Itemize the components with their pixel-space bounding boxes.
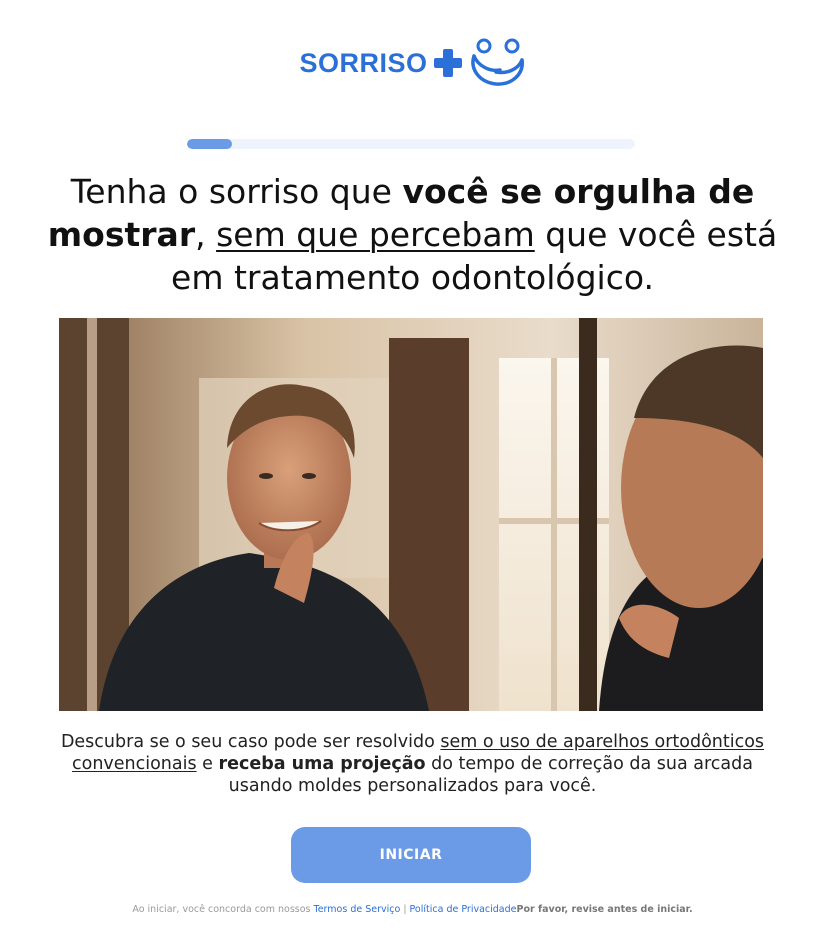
hero-image — [59, 318, 763, 711]
progress-bar — [187, 139, 635, 149]
progress-fill — [187, 139, 232, 149]
footer-separator: | — [400, 904, 410, 915]
headline-text: Tenha o sorriso que — [70, 172, 403, 211]
plus-icon — [432, 47, 464, 79]
privacy-link[interactable]: Política de Privacidade — [410, 904, 517, 915]
headline-underlined: sem que percebam — [216, 215, 535, 254]
description-part: e — [196, 754, 219, 774]
footer-prefix: Ao iniciar, você concorda com nossos — [132, 904, 314, 915]
footer-disclaimer: Ao iniciar, você concorda com nossos Ter… — [0, 904, 825, 915]
terms-link[interactable]: Termos de Serviço — [314, 904, 401, 915]
headline-text: , — [195, 215, 217, 254]
description-part: Descubra se o seu caso pode ser resolvid… — [60, 732, 441, 752]
footer-notice: Por favor, revise antes de iniciar. — [516, 904, 693, 915]
brand-logo: SORRISO — [0, 38, 825, 88]
description-bold: receba uma projeção — [218, 754, 426, 774]
start-button[interactable]: INICIAR — [291, 827, 531, 883]
description-text: Descubra se o seu caso pode ser resolvid… — [55, 731, 770, 797]
man-smiling-at-mirror-photo — [59, 318, 763, 711]
page-headline: Tenha o sorriso que você se orgulha de m… — [40, 170, 785, 299]
brand-name: SORRISO — [299, 47, 428, 78]
smile-figures-icon — [470, 38, 524, 86]
